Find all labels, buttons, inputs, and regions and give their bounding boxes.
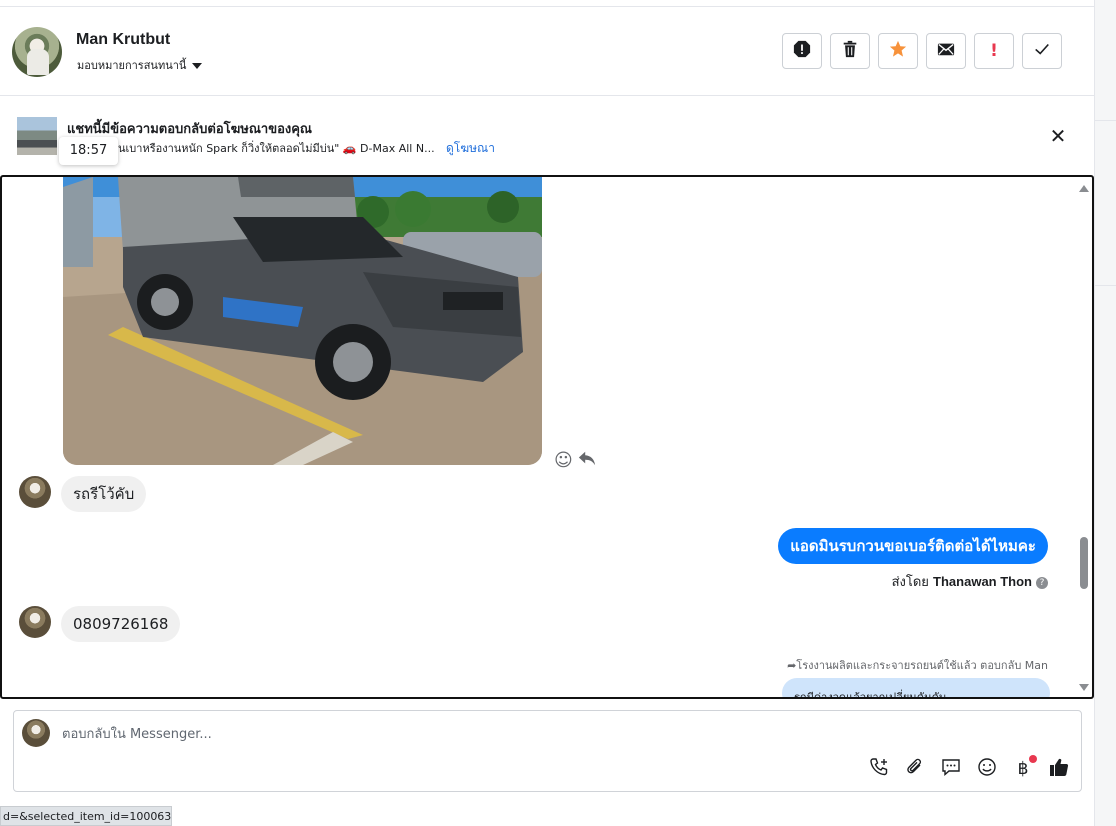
payment-button[interactable]: ฿	[1011, 755, 1037, 781]
phone-plus-icon	[869, 757, 889, 781]
scrollbar[interactable]	[1078, 177, 1090, 697]
like-button[interactable]	[1047, 757, 1071, 781]
notification-dot	[1029, 755, 1037, 763]
ad-reply-banner: แชทนี้มีข้อความตอบกลับต่อโฆษณาของคุณ นเบ…	[0, 97, 1094, 173]
side-panel-edge	[1094, 0, 1116, 826]
page-avatar	[22, 719, 50, 747]
star-button[interactable]	[878, 33, 918, 69]
paperclip-icon	[905, 757, 925, 781]
mark-important-button[interactable]: !	[974, 33, 1014, 69]
mark-done-button[interactable]	[1022, 33, 1062, 69]
close-icon[interactable]: ✕	[1049, 126, 1067, 146]
star-icon	[889, 40, 907, 62]
report-icon	[793, 40, 811, 62]
browser-status-url: d=&selected_item_id=100063...	[0, 806, 172, 826]
mark-unread-button[interactable]	[926, 33, 966, 69]
incoming-message[interactable]: 0809726168	[61, 606, 181, 642]
sent-by-label: ส่งโดย Thanawan Thon?	[892, 571, 1048, 592]
reply-arrow-icon: ➦	[787, 659, 797, 672]
divider	[1095, 285, 1116, 286]
sent-by-prefix: ส่งโดย	[891, 575, 929, 590]
reply-input[interactable]	[62, 723, 962, 745]
attach-button[interactable]	[903, 757, 927, 781]
mail-icon	[937, 40, 955, 62]
sender-avatar[interactable]	[19, 606, 51, 638]
outgoing-message[interactable]: แอดมินรบกวนขอเบอร์ติดต่อได้ไหมคะ	[778, 528, 1048, 564]
reply-note-text: โรงงานผลิตและกระจายรถยนต์ใช้แล้ว ตอบกลับ…	[796, 659, 1048, 672]
ad-banner-title: แชทนี้มีข้อความตอบกลับต่อโฆษณาของคุณ	[67, 122, 312, 137]
report-spam-button[interactable]	[782, 33, 822, 69]
sent-by-name: Thanawan Thon	[933, 574, 1032, 589]
important-icon: !	[990, 41, 998, 61]
conversation-header: Man Krutbut มอบหมายการสนทนานี้ !	[0, 6, 1094, 96]
truck-photo	[63, 177, 542, 465]
incoming-message[interactable]: รถรีโว้คับ	[61, 476, 147, 512]
emoji-icon	[977, 757, 997, 781]
timestamp-tooltip: 18:57	[59, 137, 118, 165]
message-thread[interactable]: ☺ รถรีโว้คับ แอดมินรบกวนขอเบอร์ติดต่อได้…	[0, 175, 1094, 699]
scroll-thumb[interactable]	[1080, 537, 1088, 589]
scroll-up-arrow[interactable]	[1079, 185, 1089, 192]
emoji-button[interactable]	[975, 757, 999, 781]
user-avatar[interactable]	[12, 27, 62, 77]
add-call-button[interactable]	[867, 757, 891, 781]
reply-note: ➦โรงงานผลิตและกระจายรถยนต์ใช้แล้ว ตอบกลั…	[787, 656, 1048, 674]
reply-preview-bubble[interactable]: รถมีค่างวดแล้วยากเปลี่ยนคันคับ	[782, 678, 1050, 697]
ad-thumbnail[interactable]	[17, 117, 57, 155]
check-icon	[1033, 40, 1051, 62]
chat-bubble-icon	[941, 757, 961, 781]
saved-replies-button[interactable]	[939, 757, 963, 781]
header-actions: !	[782, 33, 1062, 69]
composer-toolbar: ฿	[867, 755, 1071, 781]
truck-photo-attachment[interactable]	[63, 177, 542, 465]
assign-conversation-dropdown[interactable]: มอบหมายการสนทนานี้	[77, 56, 203, 74]
scroll-down-arrow[interactable]	[1079, 684, 1089, 691]
divider	[1095, 120, 1116, 121]
view-ad-link[interactable]: ดูโฆษณา	[446, 139, 495, 158]
thumbs-up-icon	[1049, 757, 1069, 781]
message-composer: ฿	[13, 710, 1082, 792]
help-icon[interactable]: ?	[1036, 576, 1048, 589]
assign-label: มอบหมายการสนทนานี้	[77, 59, 187, 72]
baht-icon: ฿	[1017, 759, 1029, 779]
delete-button[interactable]	[830, 33, 870, 69]
inbox-app: Man Krutbut มอบหมายการสนทนานี้ ! แชทนี้ม…	[0, 0, 1094, 826]
chevron-down-icon	[192, 63, 203, 69]
user-name[interactable]: Man Krutbut	[76, 31, 170, 49]
ad-banner-description: นเบาหรืองานหนัก Spark ก็วิ่งให้ตลอดไม่มี…	[118, 142, 435, 155]
sender-avatar[interactable]	[19, 476, 51, 508]
reply-arrow-icon[interactable]	[578, 449, 596, 472]
trash-icon	[841, 40, 859, 62]
smiley-icon[interactable]: ☺	[554, 450, 573, 471]
